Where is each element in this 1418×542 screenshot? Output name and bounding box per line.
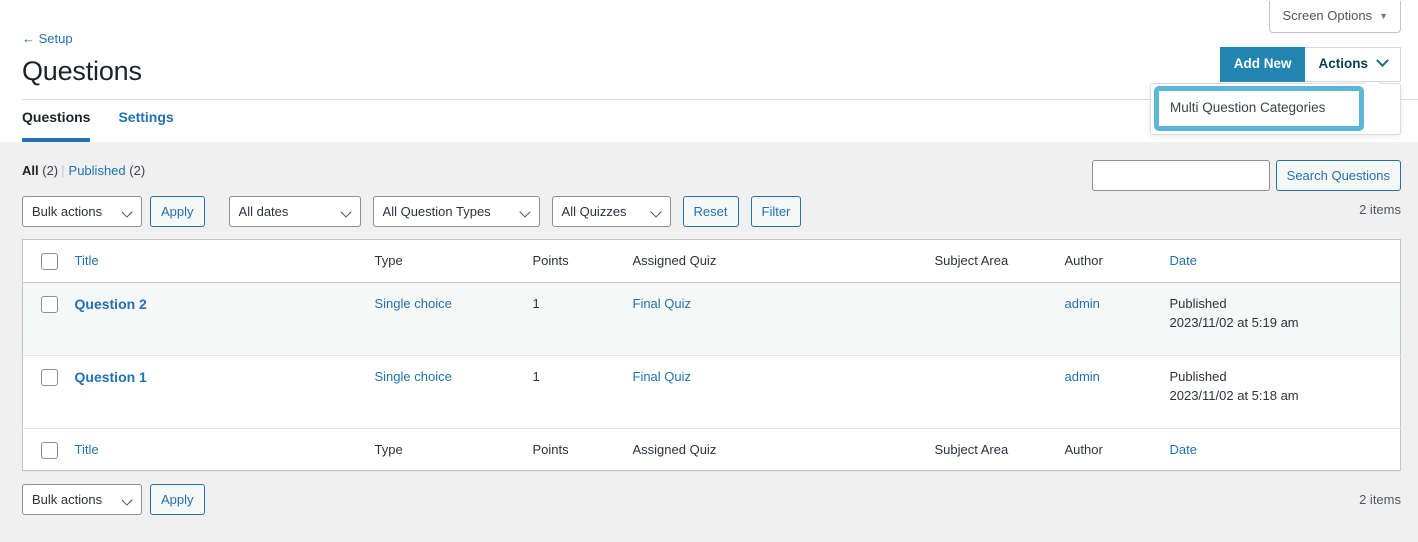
items-count-bottom: 2 items [1359,492,1401,508]
view-all-count: (2) [42,163,59,178]
table-header-row: Title Type Points Assigned Quiz Subject … [22,239,1401,283]
row-subject-area-cell [924,282,1055,356]
actions-dropdown-panel: Multi Question Categories [1150,74,1401,135]
row-checkbox[interactable] [41,295,58,313]
row-date-value: 2023/11/02 at 5:18 am [1169,388,1299,404]
column-footer-assigned-quiz: Assigned Quiz [622,427,925,471]
table-head: Title Type Points Assigned Quiz Subject … [22,239,1401,283]
row-subject-area-cell [924,355,1055,429]
row-select-cell [22,355,65,429]
column-footer-points: Points [522,427,623,471]
column-header-points: Points [522,239,623,283]
row-select-cell [22,282,65,356]
row-author-cell: admin [1054,355,1160,429]
table-row: Question 2 Single choice 1 Final Quiz ad… [22,282,1401,356]
bulk-actions-select-bottom[interactable]: Bulk actions [22,484,142,516]
question-type-link[interactable]: Single choice [375,369,452,384]
assigned-quiz-link[interactable]: Final Quiz [633,369,692,384]
row-assigned-quiz-cell: Final Quiz [622,282,925,356]
select-all-checkbox-top[interactable] [41,253,58,271]
apply-button-top[interactable]: Apply [150,196,205,228]
chevron-down-icon [1376,54,1389,68]
header-action-buttons: Add New Actions [1219,47,1401,82]
column-header-subject-area: Subject Area [924,239,1055,283]
row-assigned-quiz-cell: Final Quiz [622,355,925,429]
column-footer-title: Title [64,427,365,471]
row-checkbox[interactable] [41,368,58,386]
column-footer-subject-area: Subject Area [924,427,1055,471]
row-type-cell: Single choice [364,282,523,356]
chevron-down-icon: ▼ [1379,10,1388,21]
row-title-cell: Question 2 [64,282,365,356]
page-title: Questions [22,56,142,86]
tab-questions[interactable]: Questions [22,108,91,143]
column-header-date: Date [1159,239,1401,283]
tab-settings[interactable]: Settings [118,108,173,142]
view-all-link[interactable]: All [22,163,39,178]
dropdown-item-multi-question-categories[interactable]: Multi Question Categories [1154,86,1364,131]
content-area: All (2) | Published (2) Search Questions 2… [0,142,1418,516]
questions-table: Title Type Points Assigned Quiz Subject … [22,239,1401,472]
author-link[interactable]: admin [1065,296,1100,311]
view-published-link[interactable]: Published [69,163,126,178]
row-date-cell: Published 2023/11/02 at 5:19 am [1159,282,1401,356]
table-row: Question 1 Single choice 1 Final Quiz ad… [22,355,1401,429]
sort-by-date-link[interactable]: Date [1170,253,1197,268]
column-footer-author: Author [1054,427,1160,471]
question-title-link[interactable]: Question 2 [75,296,147,312]
question-title-link[interactable]: Question 1 [75,369,147,385]
bulk-actions-select-top[interactable]: Bulk actions [22,196,142,228]
add-new-button[interactable]: Add New [1219,47,1306,82]
sort-by-title-link[interactable]: Title [75,253,99,268]
row-points-cell: 1 [522,282,623,356]
actions-label: Actions [1318,56,1368,71]
table-footer-row: Title Type Points Assigned Quiz Subject … [22,427,1401,471]
row-date-status: Published [1169,295,1227,311]
row-date-value: 2023/11/02 at 5:19 am [1169,315,1299,331]
row-type-cell: Single choice [364,355,523,429]
assigned-quiz-link[interactable]: Final Quiz [633,296,692,311]
sort-by-date-link-footer[interactable]: Date [1170,442,1197,457]
select-all-header [22,239,65,283]
sort-by-title-link-footer[interactable]: Title [75,442,99,457]
screen-options-button[interactable]: Screen Options ▼ [1269,1,1401,34]
apply-button-bottom[interactable]: Apply [150,484,205,516]
author-link[interactable]: admin [1065,369,1100,384]
bottom-toolbar: Bulk actions Apply 2 items [22,471,1401,516]
view-published-count: (2) [129,163,146,178]
tab-bar: Questions Settings [22,108,174,143]
all-dates-select[interactable]: All dates [228,196,361,228]
page-header: Screen Options ▼ ← Setup Questions Quest… [0,0,1418,143]
table-foot: Title Type Points Assigned Quiz Subject … [22,427,1401,471]
view-separator: | [61,163,65,178]
actions-dropdown-button[interactable]: Actions [1305,47,1401,82]
row-points-cell: 1 [522,355,623,429]
reset-button[interactable]: Reset [682,196,739,228]
select-all-footer [22,427,65,471]
column-footer-type: Type [364,427,523,471]
table-body: Question 2 Single choice 1 Final Quiz ad… [22,282,1401,429]
row-date-cell: Published 2023/11/02 at 5:18 am [1159,355,1401,429]
select-all-checkbox-bottom[interactable] [41,441,58,459]
column-header-assigned-quiz: Assigned Quiz [622,239,925,283]
filter-toolbar: Bulk actions Apply All dates All Questio… [22,180,1401,228]
question-type-link[interactable]: Single choice [375,296,452,311]
filter-button[interactable]: Filter [750,196,802,228]
all-quizzes-select[interactable]: All Quizzes [551,196,671,228]
column-header-type: Type [364,239,523,283]
row-author-cell: admin [1054,282,1160,356]
row-title-cell: Question 1 [64,355,365,429]
row-date-status: Published [1169,368,1227,384]
screen-options-label: Screen Options [1282,8,1373,23]
back-to-setup-link[interactable]: ← Setup [22,31,73,46]
column-header-author: Author [1054,239,1160,283]
column-header-title: Title [64,239,365,283]
question-types-select[interactable]: All Question Types [372,196,540,228]
column-footer-date: Date [1159,427,1401,471]
